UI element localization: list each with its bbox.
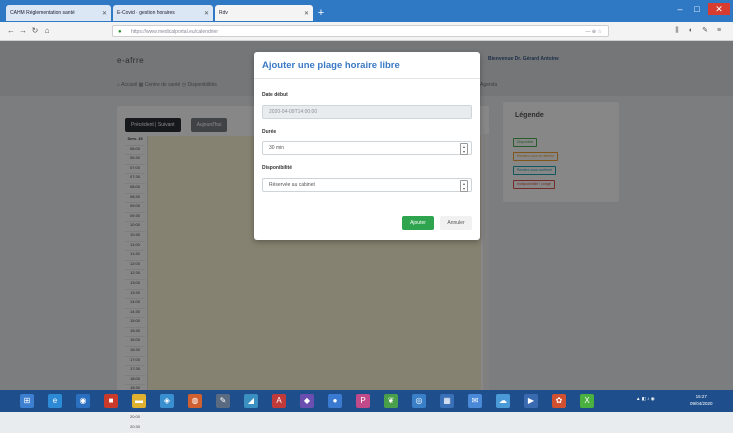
date-label: Date début — [262, 92, 288, 98]
network-icon[interactable]: ◢ — [244, 394, 258, 408]
ie-icon[interactable]: e — [48, 394, 62, 408]
close-tab-icon[interactable]: ✕ — [304, 10, 309, 17]
vs-icon[interactable]: ◆ — [300, 394, 314, 408]
clock-date: 09/04/2020 — [690, 401, 713, 406]
date-field: 2020-04-09T14:00:00 — [262, 105, 472, 119]
clock[interactable]: 15:27 09/04/2020 — [690, 393, 713, 407]
app-icon[interactable]: ◈ — [160, 394, 174, 408]
address-bar: ← → ↻ ⌂ ● https://www.medicalportal.eu/c… — [0, 22, 733, 41]
url-text: https://www.medicalportal.eu/calendrier — [131, 29, 218, 35]
leaf-icon[interactable]: ❦ — [384, 394, 398, 408]
minimize-icon[interactable]: – — [672, 3, 688, 15]
duration-label: Durée — [262, 129, 277, 135]
window-close-icon[interactable]: ✕ — [708, 3, 730, 15]
modal-divider — [254, 78, 480, 79]
availability-select[interactable]: Réservée au cabinet ▴ ▾ — [262, 178, 472, 192]
availability-label: Disponibilité — [262, 165, 292, 171]
tray-icons[interactable]: ▲ ◧ ♪ ◉ — [636, 396, 655, 402]
back-icon[interactable]: ← — [6, 25, 16, 37]
sync-icon[interactable]: ◐ — [686, 26, 696, 36]
reload-icon[interactable]: ↻ — [30, 25, 40, 37]
browser-titlebar: CAHM Réglementation santé ✕ E-Covid · ge… — [0, 0, 733, 22]
browser-tab-3[interactable]: Rdv ✕ — [215, 5, 313, 21]
browser-tab-1[interactable]: CAHM Réglementation santé ✕ — [6, 5, 111, 21]
add-slot-modal: Ajouter une plage horaire libre Date déb… — [254, 52, 480, 240]
cloud-icon[interactable]: ☁ — [496, 394, 510, 408]
mail-icon[interactable]: ✉ — [468, 394, 482, 408]
duration-select[interactable]: 30 min ▴ ▾ — [262, 141, 472, 155]
maximize-icon[interactable]: □ — [689, 3, 705, 15]
modal-title: Ajouter une plage horaire libre — [262, 60, 400, 71]
excel-icon[interactable]: X — [580, 394, 594, 408]
access-icon[interactable]: A — [272, 394, 286, 408]
tab-label: Rdv — [219, 10, 228, 16]
url-field[interactable]: ● https://www.medicalportal.eu/calendrie… — [112, 25, 609, 37]
cancel-button[interactable]: Annuler — [440, 216, 472, 230]
extension-icon[interactable]: ✎ — [700, 26, 710, 36]
new-tab-icon[interactable]: + — [315, 7, 327, 19]
start-icon[interactable]: ⊞ — [20, 394, 34, 408]
chevron-updown-icon: ▴ ▾ — [460, 143, 468, 155]
add-button[interactable]: Ajouter — [402, 216, 434, 230]
outlook-icon[interactable]: ◉ — [76, 394, 90, 408]
publisher-icon[interactable]: P — [356, 394, 370, 408]
url-actions[interactable]: — ⊕ ☆ — [586, 26, 602, 38]
availability-value: Réservée au cabinet — [269, 182, 315, 188]
paint-icon[interactable]: ✿ — [552, 394, 566, 408]
calc-icon[interactable]: ▦ — [440, 394, 454, 408]
clock-time: 15:27 — [695, 394, 707, 399]
chat-icon[interactable]: ● — [328, 394, 342, 408]
tab-label: CAHM Réglementation santé — [10, 10, 75, 16]
tool-icon[interactable]: ✎ — [216, 394, 230, 408]
folder-icon[interactable]: ▬ — [132, 394, 146, 408]
firefox-icon[interactable]: ◍ — [188, 394, 202, 408]
close-tab-icon[interactable]: ✕ — [102, 10, 107, 17]
close-tab-icon[interactable]: ✕ — [204, 10, 209, 17]
browser-icon[interactable]: ◎ — [412, 394, 426, 408]
windows-taskbar: ⊞ e ◉ ■ ▬ ◈ ◍ ✎ ◢ A ◆ ● P ❦ ◎ ▦ ✉ ☁ ▶ ✿ … — [0, 390, 733, 412]
time-slot-label: 20:00 — [125, 414, 145, 424]
media-icon[interactable]: ▶ — [524, 394, 538, 408]
time-slot-label: 20:30 — [125, 424, 145, 433]
tab-label: E-Covid · gestion horaires — [117, 10, 175, 16]
library-icon[interactable]: ⫼ — [672, 26, 682, 36]
menu-icon[interactable]: ≡ — [714, 26, 724, 36]
chevron-updown-icon: ▴ ▾ — [460, 180, 468, 192]
powerpoint-icon[interactable]: ■ — [104, 394, 118, 408]
duration-value: 30 min — [269, 145, 285, 151]
browser-tab-2[interactable]: E-Covid · gestion horaires ✕ — [113, 5, 213, 21]
lock-icon: ● — [118, 29, 122, 35]
home-icon[interactable]: ⌂ — [42, 25, 52, 37]
forward-icon[interactable]: → — [18, 25, 28, 37]
